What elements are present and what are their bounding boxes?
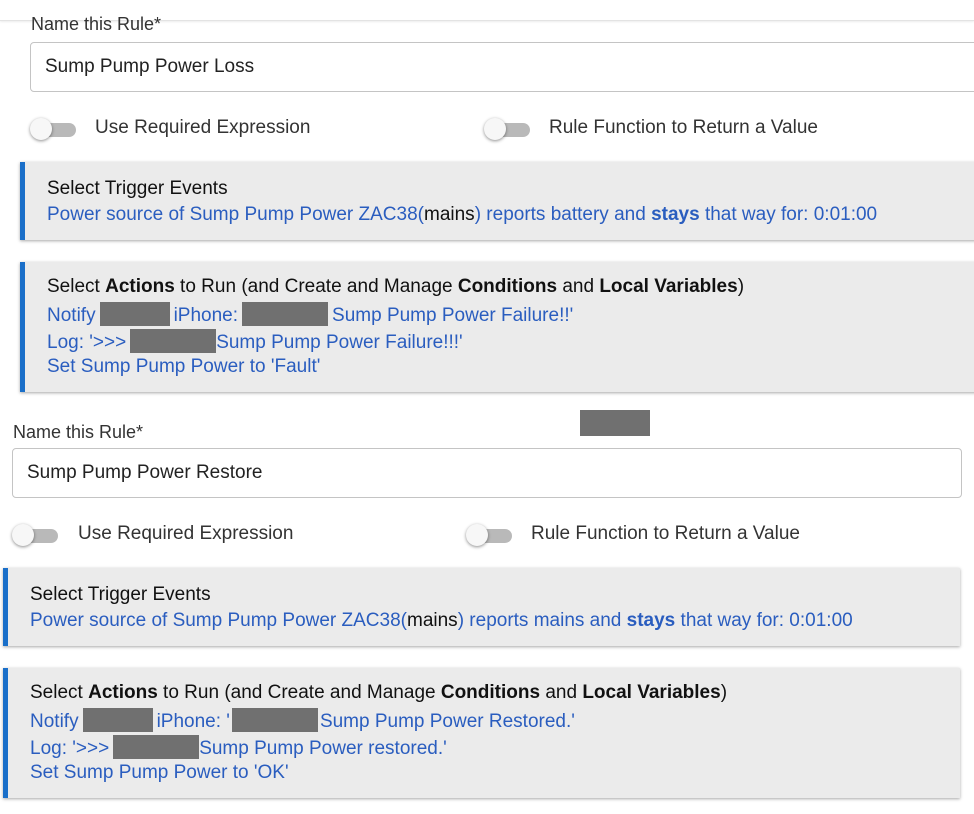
action-log[interactable]: Log: '>>> Sump Pump Power restored.' [30,735,447,760]
function-return-toggle[interactable] [484,118,530,140]
trigger-events-card[interactable]: Select Trigger Events Power source of Su… [20,162,974,240]
actions-title: Select Actions to Run (and Create and Ma… [30,682,728,703]
actions-card[interactable]: Select Actions to Run (and Create and Ma… [20,262,974,392]
redacted-name [99,302,170,326]
redacted-name [242,302,329,326]
redacted-block [580,410,650,436]
required-expression-label: Use Required Expression [78,523,294,544]
trigger-event-link[interactable]: Power source of Sump Pump Power ZAC38(ma… [47,204,877,226]
required-expression-toggle[interactable] [30,118,76,140]
rule-name-label: Name this Rule* [31,14,162,34]
redacted-name [113,735,200,759]
required-expression-toggle[interactable] [12,524,58,546]
rule-name-label: Name this Rule* [13,422,144,442]
actions-title: Select Actions to Run (and Create and Ma… [47,276,745,297]
function-return-toggle[interactable] [466,524,512,546]
action-notify[interactable]: Notify iPhone: ' Sump Pump Power Restored.… [30,708,575,733]
redacted-name [231,708,318,732]
action-log[interactable]: Log: '>>> Sump Pump Power Failure!!!' [47,329,463,354]
action-set-variable[interactable]: Set Sump Pump Power to 'OK' [30,762,289,784]
function-return-label: Rule Function to Return a Value [531,523,800,544]
trigger-events-title: Select Trigger Events [30,584,211,605]
action-set-variable[interactable]: Set Sump Pump Power to 'Fault' [47,356,320,378]
redacted-name [82,708,153,732]
action-notify[interactable]: Notify iPhone: Sump Pump Power Failure!!' [47,302,573,327]
trigger-event-link[interactable]: Power source of Sump Pump Power ZAC38(ma… [30,610,853,632]
actions-card[interactable]: Select Actions to Run (and Create and Ma… [3,668,960,798]
trigger-events-title: Select Trigger Events [47,178,228,199]
rule-name-input[interactable]: Sump Pump Power Loss [30,42,974,92]
required-expression-label: Use Required Expression [95,117,311,138]
trigger-events-card[interactable]: Select Trigger Events Power source of Su… [3,568,960,646]
rule-name-input[interactable]: Sump Pump Power Restore [12,448,962,498]
redacted-name [130,329,217,353]
function-return-label: Rule Function to Return a Value [549,117,818,138]
